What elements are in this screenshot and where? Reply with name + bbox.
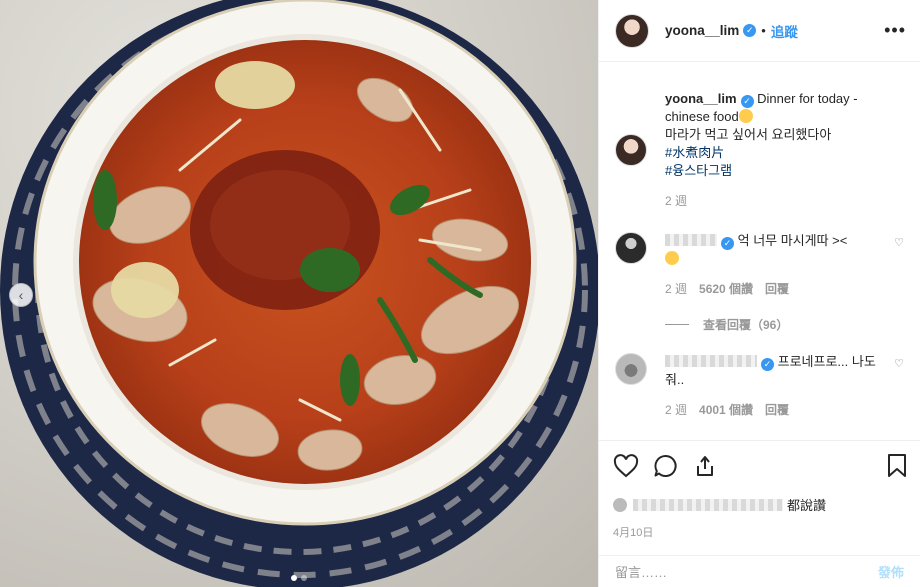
verified-badge-icon: ✓ [740,94,754,108]
caption-author-avatar[interactable] [615,134,647,166]
commenter-avatar[interactable] [615,353,647,385]
verified-badge-icon: ✓ [761,357,774,371]
hashtag-link[interactable]: #융스타그램 [665,163,732,178]
carousel-dot-2 [301,575,307,581]
view-replies-label: 查看回覆（96） [703,318,789,332]
comment-text: 억 너무 마시게따 >< [737,233,848,248]
comment-item: ✓ 프로네프로... 나도줘.. 2 週 4001 個讚 回覆 ♡ [615,353,904,419]
post-side-panel: yoona__lim ✓ • 追蹤 ••• yoona__lim ✓ Dinner… [598,0,920,587]
likes-suffix: 都說讚 [787,498,827,513]
commenter-avatar[interactable] [615,232,647,264]
reply-button[interactable]: 回覆 [765,401,789,419]
comment-likes-count[interactable]: 5620 個讚 [699,280,753,298]
post-comment-button[interactable]: 發佈 [878,562,904,581]
view-replies-button[interactable]: 查看回覆（96） [665,316,904,333]
verified-badge-icon: ✓ [743,24,757,37]
blurred-likers [633,498,783,511]
caption-username[interactable]: yoona__lim [665,91,737,106]
grin-emoji-icon [665,251,679,265]
carousel-dot-1 [291,575,297,581]
caption-age[interactable]: 2 週 [665,192,687,210]
replies-divider-line [665,324,689,325]
post-date[interactable]: 4月10日 [613,524,908,540]
comment-likes-count[interactable]: 4001 個讚 [699,401,753,419]
hashtag-link[interactable]: #水煮肉片 [665,145,724,160]
add-comment-bar: 留言…… 發佈 [599,555,920,587]
likes-summary[interactable]: 都說讚 [613,495,908,514]
comment-age[interactable]: 2 週 [665,280,687,298]
header-separator: • [761,23,766,38]
bookmark-icon[interactable] [886,453,908,479]
comments-list[interactable]: yoona__lim ✓ Dinner for today - chinese f… [599,62,920,440]
follow-button[interactable]: 追蹤 [771,21,798,41]
author-username[interactable]: yoona__lim [665,23,739,38]
like-heart-icon[interactable] [613,454,639,478]
author-avatar[interactable] [615,13,649,48]
post-caption: yoona__lim ✓ Dinner for today - chinese f… [615,62,904,210]
more-options-icon[interactable]: ••• [884,20,906,41]
share-icon[interactable] [693,454,717,478]
reply-button[interactable]: 回覆 [765,280,789,298]
blurred-username[interactable] [665,234,717,246]
comment-like-heart-icon[interactable]: ♡ [894,236,904,249]
comment-item: ✓ 억 너무 마시게따 >< 2 週 5620 個讚 回覆 ♡ [615,232,904,298]
comment-age[interactable]: 2 週 [665,401,687,419]
liker-avatar [613,497,627,512]
previous-slide-button[interactable]: ‹ [9,283,33,307]
carousel-dots [291,575,307,581]
yum-emoji-icon [738,109,753,123]
post-photo[interactable]: ‹ [0,0,598,587]
comment-input[interactable]: 留言…… [615,562,878,581]
comment-bubble-icon[interactable] [653,454,679,478]
comment-like-heart-icon[interactable]: ♡ [894,357,904,370]
post-header: yoona__lim ✓ • 追蹤 ••• [599,0,920,62]
caption-text-kr: 마라가 먹고 싶어서 요리했다아 [665,127,832,142]
food-bowl-image [0,0,598,587]
post-actions: 都說讚 4月10日 [599,440,920,540]
blurred-username[interactable] [665,355,757,367]
verified-badge-icon: ✓ [721,236,734,250]
